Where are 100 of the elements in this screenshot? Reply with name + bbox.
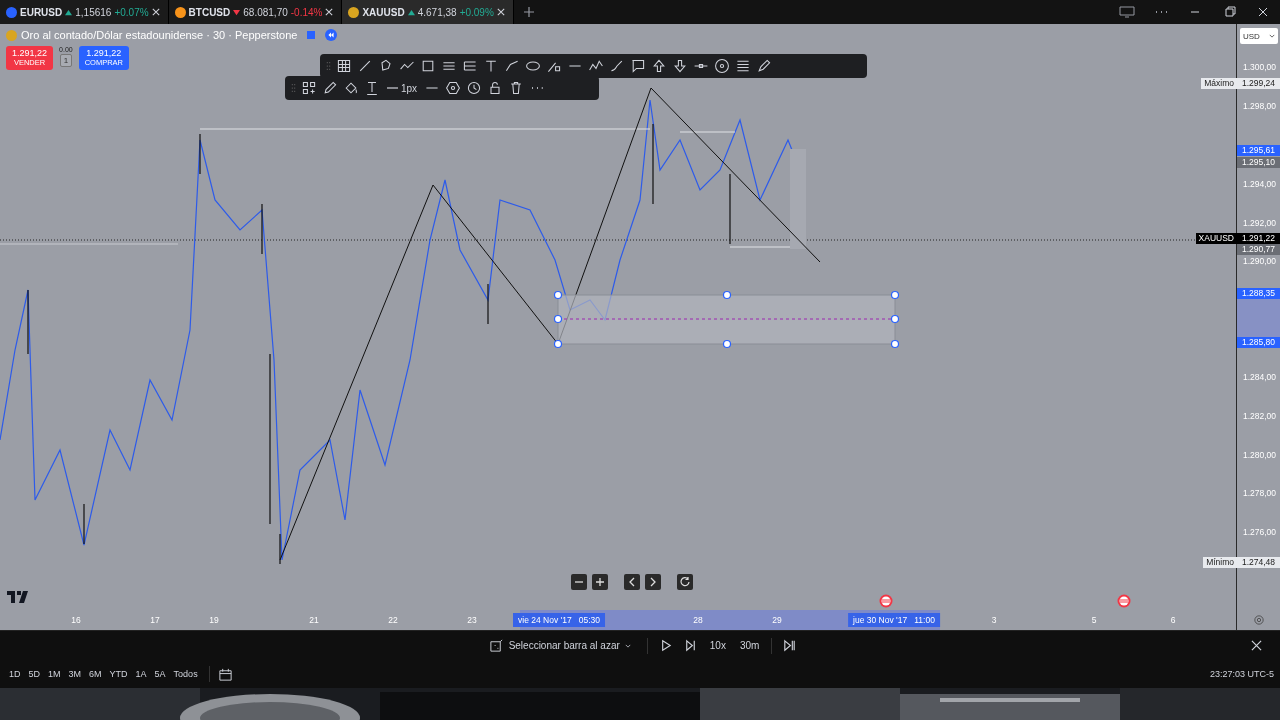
rewind-icon[interactable] (325, 29, 338, 41)
arrow-down-icon[interactable] (672, 58, 688, 74)
quantity-field[interactable]: 1 (59, 54, 73, 67)
range-button[interactable]: 5D (25, 669, 44, 679)
price-tick: 1.284,00 (1242, 371, 1276, 383)
brush-icon[interactable] (609, 58, 625, 74)
price-tick: 1.294,00 (1242, 178, 1276, 190)
tab-price: 1,15616 (75, 6, 112, 18)
time-tick: 6 (1170, 614, 1176, 626)
caret-icon (624, 643, 631, 648)
callout-icon[interactable] (630, 58, 646, 74)
time-tick: 5 (1091, 614, 1097, 626)
close-icon[interactable] (325, 8, 334, 16)
price-tick: 1.298,00 (1242, 100, 1276, 112)
close-icon[interactable] (496, 8, 505, 16)
crosshair-time-label: jue 30 Nov '17 11:00 (848, 613, 940, 627)
random-bar-button[interactable]: Seleccionar barra al azar (482, 637, 637, 654)
list-icon[interactable] (735, 58, 751, 74)
price-tick: 1.292,00 (1242, 217, 1276, 229)
trend-line-icon[interactable] (357, 58, 373, 74)
line-width-button[interactable]: 1px (385, 82, 420, 94)
drag-handle-icon[interactable] (326, 60, 331, 72)
tab-symbol: BTCUSD (188, 6, 231, 18)
fib-levels-icon[interactable] (462, 58, 478, 74)
add-tab-icon[interactable] (523, 7, 534, 17)
rectangle-icon[interactable] (420, 58, 436, 74)
price-marker: 1.285,80 (1237, 337, 1280, 348)
price-marker: 1.299,24 (1237, 78, 1280, 89)
time-tick: 28 (693, 614, 703, 626)
tab-symbol: EURUSD (20, 6, 63, 18)
apps-icon[interactable] (301, 80, 317, 96)
logo-icon[interactable] (7, 591, 29, 603)
settings-icon[interactable] (1253, 615, 1264, 625)
time-tick: 16 (71, 614, 81, 626)
path-icon[interactable] (504, 58, 520, 74)
range-button[interactable]: 1M (45, 669, 64, 679)
tab-change: +0.07% (114, 6, 149, 18)
price-marker: 1.288,35 (1237, 288, 1280, 299)
interval-button[interactable]: 30m (737, 640, 762, 651)
jump-to-end-icon[interactable] (782, 638, 798, 653)
scroll-left-icon[interactable] (624, 574, 640, 590)
price-marker: 1.295,10 (1237, 157, 1280, 168)
monitor-icon[interactable] (1119, 6, 1135, 18)
price-marker: 1.295,61 (1237, 145, 1280, 156)
time-tick: 3 (991, 614, 997, 626)
price-tick: 1.276,00 (1242, 526, 1276, 538)
drag-handle-icon[interactable] (291, 82, 296, 94)
hexagon-icon[interactable] (445, 80, 462, 96)
tab-change: +0.09% (459, 6, 494, 18)
time-tick: 17 (150, 614, 160, 626)
range-button[interactable]: 1D (6, 669, 24, 679)
scroll-right-icon[interactable] (645, 574, 661, 590)
close-icon[interactable] (1251, 640, 1262, 651)
time-tick: 22 (388, 614, 398, 626)
range-button[interactable]: 6M (86, 669, 105, 679)
arrow-up-icon[interactable] (651, 58, 667, 74)
price-tick: 1.280,00 (1242, 449, 1276, 461)
range-button[interactable]: 3M (65, 669, 85, 679)
text-color-icon[interactable] (364, 80, 380, 96)
symbol-tab[interactable]: XAUUSD 4.671,38 +0.09% (342, 0, 514, 24)
crosshair-time-label: vie 24 Nov '17 05:30 (513, 613, 605, 627)
range-button[interactable]: Todos (170, 669, 201, 679)
price-marker: 1.274,48 (1237, 557, 1280, 568)
calendar-icon[interactable] (217, 666, 233, 682)
symbol-icon (174, 6, 186, 18)
pen-icon[interactable] (756, 58, 772, 74)
price-label-tag: XAUUSD (1195, 233, 1237, 244)
target-icon[interactable] (714, 58, 730, 74)
range-button[interactable]: YTD (106, 669, 131, 679)
time-tick: 19 (209, 614, 219, 626)
zoom-in-icon[interactable] (592, 574, 608, 590)
tab-price: 4.671,38 (417, 6, 457, 18)
alarm-icon[interactable] (466, 80, 483, 96)
line-icon (387, 86, 398, 90)
reset-icon[interactable] (677, 574, 693, 590)
zoom-out-icon[interactable] (571, 574, 587, 590)
price-marker: 1.290,77 (1237, 244, 1280, 255)
price-tick: 1.290,00 (1242, 255, 1276, 267)
speed-button[interactable]: 10x (707, 640, 728, 651)
range-button[interactable]: 5A (151, 669, 169, 679)
dice-icon (488, 638, 504, 653)
paint-bucket-icon[interactable] (343, 80, 359, 96)
currency-dropdown[interactable]: USD (1240, 28, 1278, 44)
symbol-tab[interactable]: BTCUSD 68.081,70 -0.14% (168, 0, 343, 24)
symbol-icon (348, 6, 360, 18)
symbol-tab[interactable]: EURUSD 1,15616 +0.07% (0, 0, 169, 24)
range-button[interactable]: 1A (132, 669, 150, 679)
pencil-icon[interactable] (322, 80, 338, 96)
grid-icon[interactable] (336, 58, 352, 74)
event-flag-icon[interactable] (879, 594, 893, 608)
pattern-icon[interactable] (378, 58, 394, 74)
clock-text: 23:27:03 UTC-5 (1209, 669, 1274, 679)
text-icon[interactable] (483, 58, 499, 74)
caret-icon (1269, 34, 1275, 38)
symbol-title: Oro al contado/Dólar estadounidense · 30 · Pepperstone (21, 29, 298, 41)
symbol-icon (6, 6, 17, 18)
time-tick: 29 (772, 614, 782, 626)
horizontal-line[interactable] (679, 131, 736, 133)
close-icon[interactable] (151, 8, 160, 16)
event-flag-icon[interactable] (1117, 594, 1131, 608)
